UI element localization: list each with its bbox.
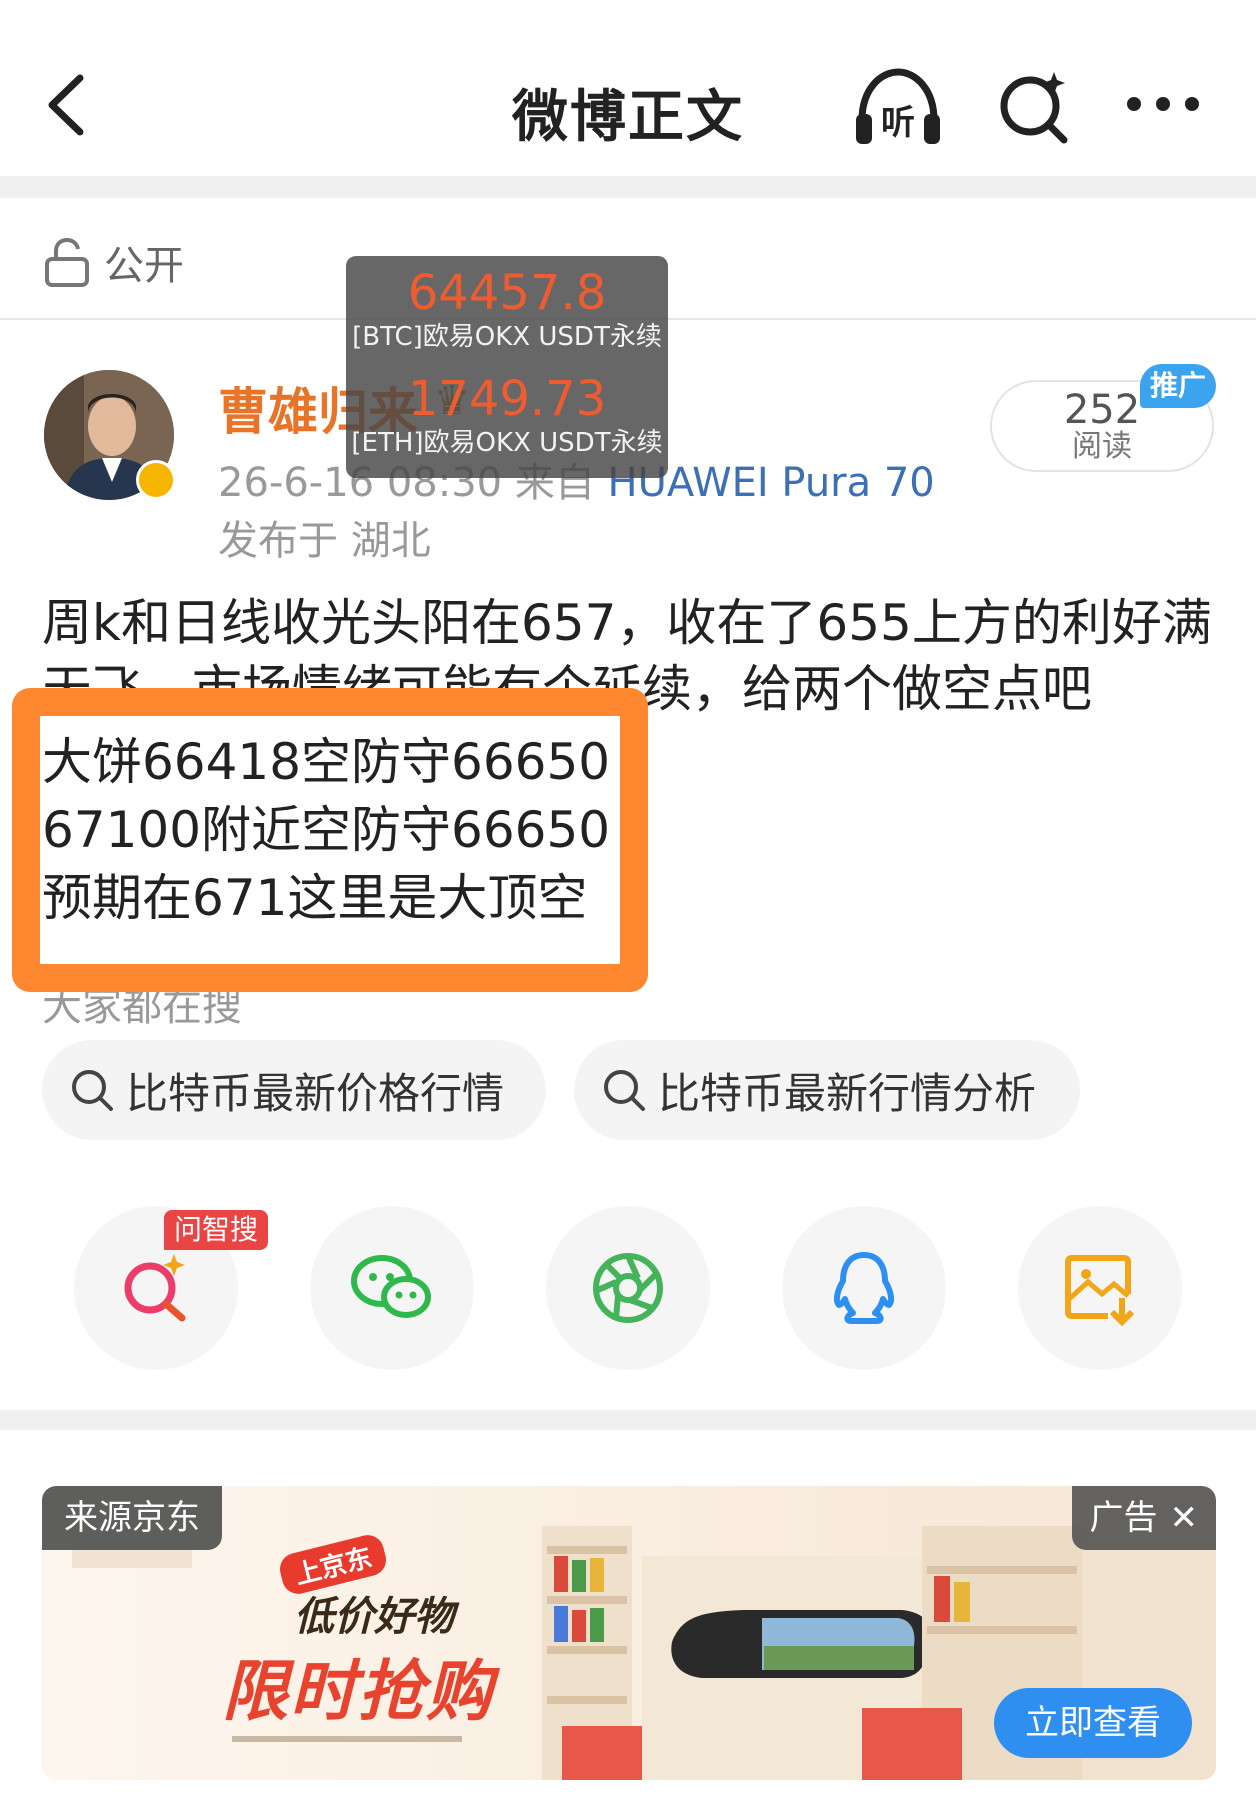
- ad-source-label: 来源京东: [42, 1486, 222, 1550]
- ai-search-badge: 问智搜: [164, 1210, 269, 1250]
- post-line: 周k和日线收光头阳在657，收在了655上方的利好满: [42, 594, 1212, 652]
- share-save-image-button[interactable]: [1018, 1206, 1182, 1370]
- ad-headline: 限时抢购: [222, 1652, 494, 1730]
- share-moments-button[interactable]: [546, 1206, 710, 1370]
- read-count-label: 阅读: [1072, 429, 1132, 464]
- btc-price: 64457.8: [407, 265, 607, 321]
- search-icon: [604, 1070, 645, 1111]
- highlight-line: 67100附近空防守66650: [42, 801, 611, 859]
- visibility-row: 公开: [44, 232, 184, 292]
- post-location: 发布于 湖北: [218, 518, 431, 564]
- visibility-label: 公开: [104, 243, 184, 289]
- promote-tag[interactable]: 推广: [1140, 364, 1216, 408]
- eth-price: 1749.73: [407, 371, 607, 427]
- ai-search-icon: [124, 1254, 186, 1322]
- share-qq-button[interactable]: [782, 1206, 946, 1370]
- divider: [0, 1410, 1256, 1430]
- chip-label: 比特币最新价格行情: [126, 1068, 505, 1118]
- ellipsis-icon: [1127, 97, 1199, 111]
- ad-banner[interactable]: 上京东 低价好物 限时抢购 来源京东 广告 ✕ 立即查看: [42, 1486, 1216, 1780]
- highlight-line: 预期在671这里是大顶空: [42, 869, 588, 927]
- share-wechat-button[interactable]: [310, 1206, 474, 1370]
- ai-search-icon: [1000, 72, 1068, 144]
- image-download-icon: [1065, 1255, 1135, 1326]
- highlight-text: 大饼66418空防守66650 67100附近空防守66650 预期在671这里…: [42, 728, 610, 932]
- eth-instrument: [ETH]欧易OKX USDT永续: [351, 428, 663, 458]
- qq-penguin-icon: [833, 1252, 895, 1324]
- close-icon[interactable]: ✕: [1170, 1486, 1199, 1550]
- search-suggestion-chip[interactable]: 比特币最新价格行情: [42, 1040, 546, 1140]
- ad-label: 广告: [1089, 1498, 1158, 1538]
- highlight-line: 大饼66418空防守66650: [42, 733, 611, 791]
- search-button[interactable]: [996, 66, 1072, 146]
- search-suggestion-chip[interactable]: 比特币最新行情分析: [574, 1040, 1080, 1140]
- ad-view-now-button[interactable]: 立即查看: [994, 1688, 1192, 1758]
- headphones-icon: 听: [856, 68, 940, 144]
- unlock-icon: [45, 237, 89, 287]
- top-bar: 微博正文 听: [0, 0, 1256, 176]
- chip-label: 比特币最新行情分析: [658, 1068, 1037, 1118]
- wechat-icon: [351, 1255, 431, 1318]
- listen-button[interactable]: 听: [850, 62, 946, 152]
- search-icon: [72, 1070, 113, 1111]
- verified-badge-icon: [136, 460, 176, 500]
- svg-text:听: 听: [881, 103, 915, 143]
- ad-slogan: 低价好物: [294, 1593, 454, 1640]
- btc-instrument: [BTC]欧易OKX USDT永续: [352, 322, 662, 352]
- ad-tag[interactable]: 广告 ✕: [1071, 1486, 1216, 1550]
- more-options-button[interactable]: [1122, 86, 1204, 122]
- price-ticker-overlay[interactable]: 64457.8 [BTC]欧易OKX USDT永续 1749.73 [ETH]欧…: [346, 256, 668, 478]
- moments-aperture-icon: [593, 1253, 663, 1323]
- divider: [0, 176, 1256, 198]
